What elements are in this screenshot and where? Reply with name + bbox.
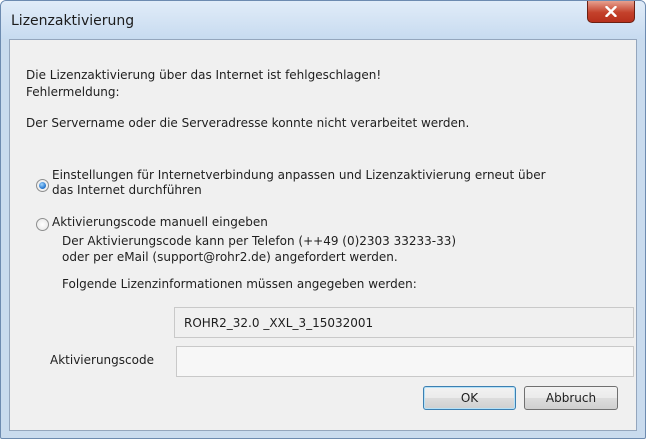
window-title: Lizenzaktivierung xyxy=(11,13,135,29)
close-button[interactable] xyxy=(587,1,635,23)
dialog-content: Die Lizenzaktivierung über das Internet … xyxy=(9,39,637,431)
error-text: Der Servername oder die Serveradresse ko… xyxy=(26,116,470,130)
license-info-label: Folgende Lizenzinformationen müssen ange… xyxy=(62,277,417,291)
activation-code-label: Aktivierungscode xyxy=(50,353,154,367)
activation-info-phone: Der Aktivierungscode kann per Telefon (+… xyxy=(62,234,457,248)
radio-manual-indicator[interactable] xyxy=(36,218,49,231)
ok-button[interactable]: OK xyxy=(423,386,516,410)
license-info-value: ROHR2_32.0 _XXL_3_15032001 xyxy=(184,316,374,330)
cancel-button[interactable]: Abbruch xyxy=(524,386,618,410)
radio-internet-indicator[interactable] xyxy=(36,179,49,192)
license-info-field: ROHR2_32.0 _XXL_3_15032001 xyxy=(174,307,634,338)
failure-message: Die Lizenzaktivierung über das Internet … xyxy=(26,68,382,82)
dialog-window: Lizenzaktivierung Die Lizenzaktivierung … xyxy=(0,0,646,439)
activation-info-email: oder per eMail (support@rohr2.de) angefo… xyxy=(62,250,398,264)
radio-internet-label-line1[interactable]: Einstellungen für Internetverbindung anp… xyxy=(52,168,546,182)
title-bar[interactable]: Lizenzaktivierung xyxy=(1,1,645,39)
activation-code-input[interactable] xyxy=(176,346,634,377)
error-label: Fehlermeldung: xyxy=(26,85,120,99)
close-icon xyxy=(605,6,617,17)
radio-manual-label[interactable]: Aktivierungscode manuell eingeben xyxy=(52,215,268,229)
radio-internet-label-line2[interactable]: das Internet durchführen xyxy=(52,183,202,197)
